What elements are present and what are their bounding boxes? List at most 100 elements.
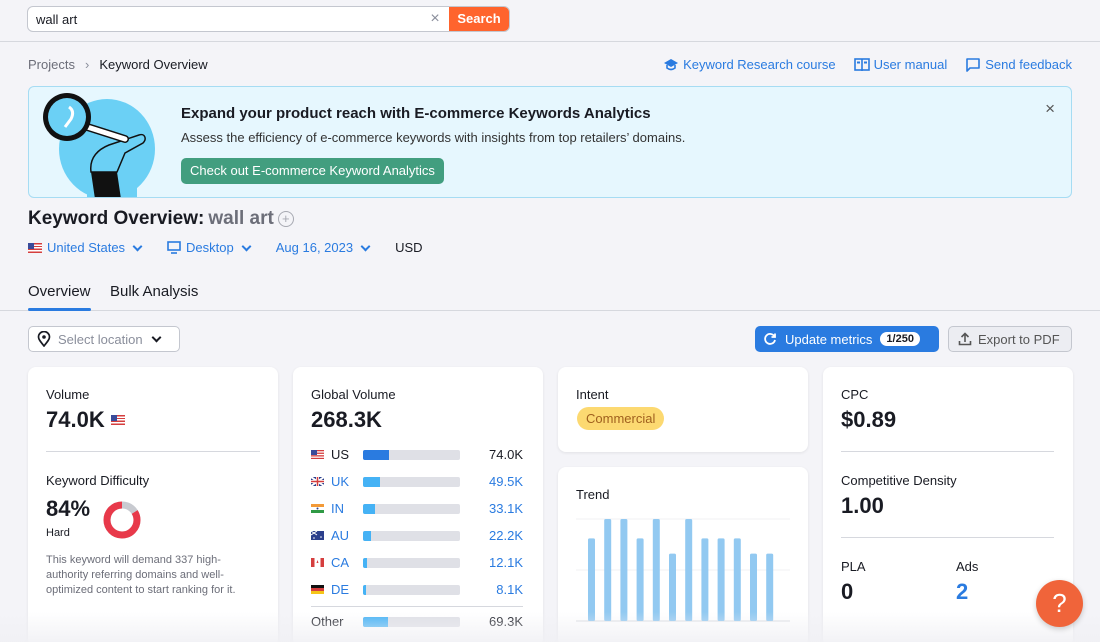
ecommerce-analytics-button[interactable]: Check out E-commerce Keyword Analytics — [181, 158, 444, 184]
search-button[interactable]: Search — [449, 7, 509, 31]
upload-icon — [958, 332, 972, 346]
trend-bar[interactable] — [701, 538, 709, 621]
header-links: Keyword Research course User manual Send… — [663, 57, 1072, 72]
trend-bar[interactable] — [685, 519, 693, 621]
cpc-value: $0.89 — [841, 407, 897, 432]
breadcrumb-projects[interactable]: Projects — [28, 57, 75, 72]
pla-label: PLA — [841, 559, 866, 574]
country-dropdown[interactable]: United States — [28, 240, 145, 255]
divider — [841, 537, 1054, 538]
volume-bar-fill — [363, 617, 389, 627]
trend-bar[interactable] — [733, 538, 741, 621]
global-volume-row-uk[interactable]: UK 49.5K — [311, 474, 523, 490]
banner-title: Expand your product reach with E-commerc… — [181, 105, 651, 122]
trend-bar[interactable] — [750, 553, 757, 621]
trend-chart — [576, 518, 790, 622]
volume-bar-track — [363, 585, 460, 595]
device-dropdown[interactable]: Desktop — [167, 240, 254, 255]
magnifier-illustration-icon — [43, 93, 155, 197]
trend-bar[interactable] — [588, 538, 595, 621]
banner-description: Assess the efficiency of e-commerce keyw… — [181, 130, 686, 145]
help-button[interactable]: ? — [1036, 580, 1083, 627]
trend-bar[interactable] — [620, 519, 628, 621]
keyword-difficulty-level: Hard — [46, 527, 70, 539]
add-to-list-icon[interactable]: + — [277, 211, 294, 227]
page-title: Keyword Overview: wall art + — [28, 208, 294, 230]
chat-icon — [966, 57, 981, 72]
volume-bar-fill — [363, 477, 381, 487]
competitive-density-value: 1.00 — [841, 493, 884, 518]
select-location-dropdown[interactable]: Select location — [28, 326, 180, 352]
close-banner-icon[interactable]: × — [1045, 99, 1055, 119]
keyword-difficulty-label: Keyword Difficulty — [46, 473, 150, 488]
global-volume-row-ca[interactable]: CA 12.1K — [311, 555, 523, 571]
global-volume-row-de[interactable]: DE 8.1K — [311, 582, 523, 598]
trend-bar[interactable] — [669, 553, 676, 621]
export-pdf-button[interactable]: Export to PDF — [948, 326, 1072, 352]
desktop-icon — [167, 241, 181, 254]
keyword-search: × Search — [27, 6, 510, 32]
volume-bar-fill — [363, 531, 371, 541]
cpc-label: CPC — [841, 387, 869, 402]
send-feedback-link[interactable]: Send feedback — [965, 57, 1072, 72]
chevron-down-icon — [151, 332, 162, 343]
trend-bar[interactable] — [652, 519, 660, 621]
volume-bar-track — [363, 477, 460, 487]
trend-bar[interactable] — [766, 553, 774, 621]
clear-search-icon[interactable]: × — [426, 10, 444, 28]
tab-overview[interactable]: Overview — [28, 283, 91, 311]
book-icon — [853, 57, 870, 71]
tab-bulk-analysis[interactable]: Bulk Analysis — [110, 283, 198, 300]
chevron-right-icon: › — [84, 57, 90, 72]
top-search-bar: × Search — [0, 0, 1100, 42]
volume-bar-fill — [363, 585, 366, 595]
trend-label: Trend — [576, 487, 610, 502]
global-volume-row-other: Other 69.3K — [311, 614, 523, 629]
search-input[interactable] — [28, 7, 448, 31]
breadcrumb-current: Keyword Overview — [99, 57, 208, 72]
global-volume-label: Global Volume — [311, 387, 396, 402]
us-flag-icon — [311, 450, 324, 459]
keyword-difficulty-value: 84% — [46, 496, 91, 521]
trend-bar[interactable] — [717, 538, 725, 621]
divider — [841, 451, 1054, 452]
graduation-cap-icon — [664, 58, 679, 70]
trend-bar[interactable] — [604, 519, 612, 621]
filters-bar: United States Desktop Aug 16, 2023 USD — [28, 240, 423, 255]
chevron-down-icon — [360, 241, 371, 251]
global-volume-row-in[interactable]: IN 33.1K — [311, 501, 523, 517]
keyword-research-course-link[interactable]: Keyword Research course — [663, 57, 836, 72]
ca-flag-icon — [311, 558, 324, 567]
intent-badge: Commercial — [577, 407, 665, 430]
us-flag-icon — [110, 415, 125, 425]
competitive-density-label: Competitive Density — [841, 473, 957, 488]
keyword-difficulty-note: This keyword will demand 337 high-author… — [46, 554, 236, 596]
intent-card: Intent Commercial — [558, 367, 808, 452]
date-dropdown[interactable]: Aug 16, 2023 — [276, 240, 373, 255]
volume-value: 74.0K — [46, 407, 125, 433]
tabs: Overview Bulk Analysis — [0, 278, 1100, 311]
trend-card: Trend — [558, 467, 808, 642]
trend-bar[interactable] — [636, 538, 644, 621]
volume-kd-card: Volume 74.0K Keyword Difficulty 84% Hard… — [28, 367, 278, 642]
refresh-icon — [764, 333, 776, 345]
global-volume-row-us[interactable]: US 74.0K — [311, 447, 523, 463]
volume-bar-fill — [363, 504, 375, 514]
intent-label: Intent — [576, 387, 609, 402]
volume-bar-track — [363, 617, 460, 627]
divider — [46, 451, 260, 452]
global-volume-card: Global Volume 268.3K US 74.0K UK 49.5K IN 33.… — [293, 367, 543, 642]
currency-label: USD — [395, 240, 423, 255]
user-manual-link[interactable]: User manual — [853, 57, 947, 72]
global-volume-value: 268.3K — [311, 407, 382, 432]
chevron-down-icon — [241, 241, 252, 251]
global-volume-row-au[interactable]: AU 22.2K — [311, 528, 523, 544]
update-metrics-button[interactable]: Update metrics 1/250 — [755, 326, 939, 352]
au-flag-icon — [311, 531, 324, 540]
us-flag-icon — [28, 242, 42, 253]
de-flag-icon — [311, 585, 324, 594]
volume-label: Volume — [46, 387, 90, 402]
divider — [311, 606, 523, 607]
volume-bar-track — [363, 531, 460, 541]
ads-value[interactable]: 2 — [956, 579, 968, 605]
